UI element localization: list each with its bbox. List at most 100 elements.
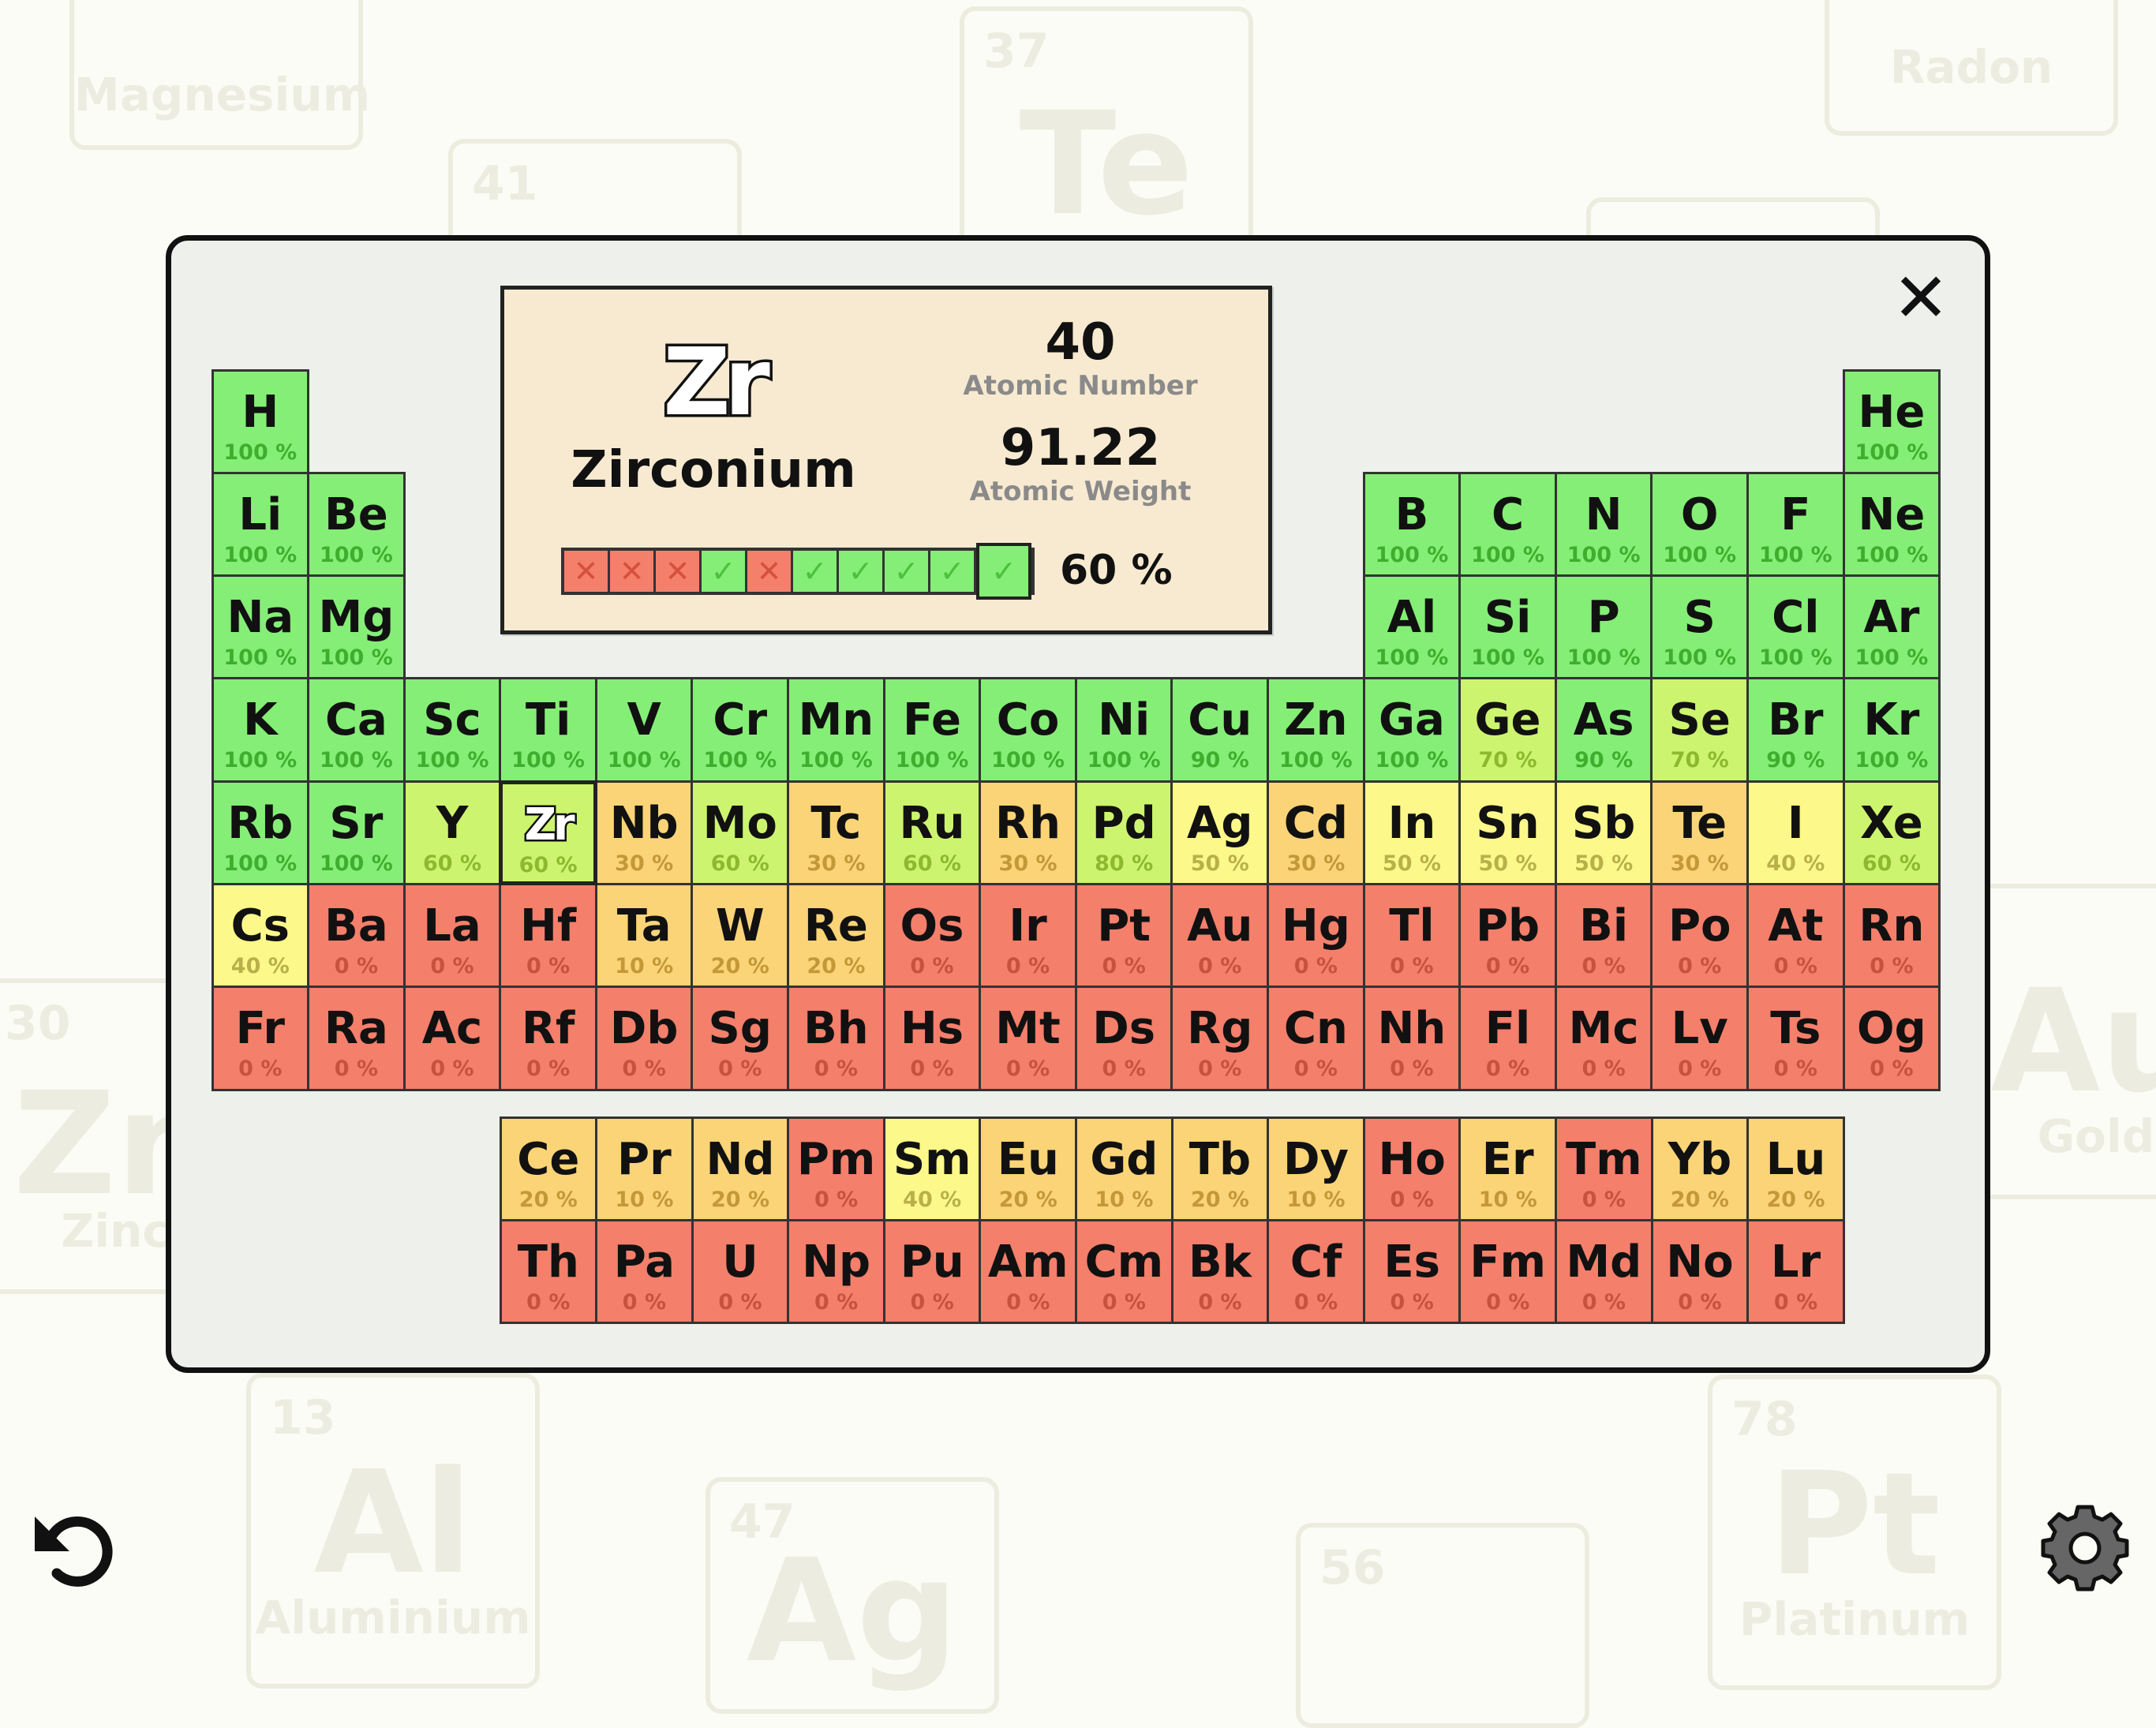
element-tile-pu[interactable]: Pu 0 % [882,1218,982,1325]
element-tile-k[interactable]: K 100 % [211,677,310,783]
element-tile-hs[interactable]: Hs 0 % [882,986,982,1091]
element-tile-mg[interactable]: Mg 100 % [307,574,406,680]
element-tile-c[interactable]: C 100 % [1458,471,1557,578]
element-tile-he[interactable]: He 100 % [1842,368,1941,474]
element-tile-u[interactable]: U0 % [691,1218,790,1325]
element-tile-rf[interactable]: Rf 0 % [499,986,597,1091]
element-tile-th[interactable]: Th 0 % [499,1218,598,1325]
element-tile-pa[interactable]: Pa 0 % [595,1218,694,1325]
element-tile-ta[interactable]: Ta 10 % [594,882,694,989]
element-tile-ru[interactable]: Ru 60 % [882,780,982,885]
element-tile-fm[interactable]: Fm 0 % [1458,1218,1558,1325]
element-tile-pt[interactable]: Pt 0 % [1074,882,1173,989]
element-tile-rh[interactable]: Rh 30 % [979,780,1077,885]
element-tile-pm[interactable]: Pm 0 % [787,1116,885,1221]
element-tile-ni[interactable]: Ni 100 % [1074,677,1173,783]
element-tile-pd[interactable]: Pd 80 % [1074,780,1173,885]
element-tile-h[interactable]: H 100 % [211,368,310,474]
element-tile-nb[interactable]: Nb 30 % [594,780,694,885]
element-tile-dy[interactable]: Dy 10 % [1267,1116,1365,1221]
element-tile-lu[interactable]: Lu 20 % [1746,1116,1845,1221]
element-tile-tc[interactable]: Tc 30 % [787,780,885,885]
element-tile-ho[interactable]: Ho 0 % [1362,1116,1462,1221]
element-tile-cl[interactable]: Cl 100 % [1746,574,1845,680]
element-tile-cf[interactable]: Cf 0 % [1267,1218,1365,1325]
element-tile-mo[interactable]: Mo 60 % [691,780,790,885]
element-tile-lr[interactable]: Lr 0 % [1746,1218,1845,1325]
undo-button[interactable] [28,1501,123,1595]
element-tile-rg[interactable]: Rg 0 % [1170,986,1270,1091]
element-tile-bk[interactable]: Bk 0 % [1170,1218,1270,1325]
element-tile-eu[interactable]: Eu 20 % [979,1116,1078,1221]
element-tile-si[interactable]: Si 100 % [1458,574,1557,680]
element-tile-cr[interactable]: Cr 100 % [691,677,790,783]
element-tile-sm[interactable]: Sm 40 % [882,1116,982,1221]
element-tile-fl[interactable]: Fl 0 % [1458,986,1557,1091]
element-tile-os[interactable]: Os 0 % [882,882,982,989]
element-tile-sc[interactable]: Sc 100 % [402,677,502,783]
element-tile-ds[interactable]: Ds 0 % [1074,986,1173,1091]
element-tile-sr[interactable]: Sr 100 % [307,780,406,885]
element-tile-s[interactable]: S 100 % [1650,574,1749,680]
element-tile-bi[interactable]: Bi 0 % [1554,882,1653,989]
element-tile-se[interactable]: Se 70 % [1650,677,1749,783]
element-tile-yb[interactable]: Yb 20 % [1650,1116,1750,1221]
element-tile-xe[interactable]: Xe 60 % [1842,780,1941,885]
element-tile-ir[interactable]: Ir 0 % [979,882,1077,989]
element-tile-b[interactable]: B 100 % [1362,471,1462,578]
element-tile-sg[interactable]: Sg 0 % [691,986,790,1091]
element-tile-db[interactable]: Db 0 % [594,986,694,1091]
element-tile-li[interactable]: Li 100 % [211,471,310,578]
element-tile-at[interactable]: At 0 % [1746,882,1845,989]
element-tile-bh[interactable]: Bh 0 % [787,986,885,1091]
element-tile-i[interactable]: I 40 % [1746,780,1845,885]
element-tile-sb[interactable]: Sb 50 % [1554,780,1653,885]
element-tile-ag[interactable]: Ag 50 % [1170,780,1270,885]
element-tile-kr[interactable]: Kr 100 % [1842,677,1941,783]
element-tile-cu[interactable]: Cu 90 % [1170,677,1270,783]
element-tile-mc[interactable]: Mc 0 % [1554,986,1653,1091]
element-tile-es[interactable]: Es 0 % [1362,1218,1462,1325]
element-tile-pr[interactable]: Pr 10 % [595,1116,694,1221]
element-tile-ca[interactable]: Ca 100 % [307,677,406,783]
element-tile-og[interactable]: Og 0 % [1842,986,1941,1091]
element-tile-mn[interactable]: Mn 100 % [787,677,885,783]
element-tile-cn[interactable]: Cn 0 % [1267,986,1365,1091]
element-tile-mt[interactable]: Mt 0 % [979,986,1077,1091]
element-tile-tm[interactable]: Tm 0 % [1555,1116,1653,1221]
element-tile-zn[interactable]: Zn 100 % [1267,677,1365,783]
element-tile-o[interactable]: O 100 % [1650,471,1749,578]
element-tile-ne[interactable]: Ne 100 % [1842,471,1941,578]
close-button[interactable]: ✕ [1889,264,1952,332]
element-tile-re[interactable]: Re 20 % [787,882,885,989]
element-tile-am[interactable]: Am 0 % [979,1218,1078,1325]
element-tile-pb[interactable]: Pb 0 % [1458,882,1557,989]
element-tile-rb[interactable]: Rb 100 % [211,780,310,885]
element-tile-na[interactable]: Na 100 % [211,574,310,680]
element-tile-w[interactable]: W 20 % [691,882,790,989]
element-tile-as[interactable]: As 90 % [1554,677,1653,783]
element-tile-rn[interactable]: Rn 0 % [1842,882,1941,989]
element-tile-er[interactable]: Er 10 % [1458,1116,1558,1221]
element-tile-ar[interactable]: Ar 100 % [1842,574,1941,680]
element-tile-nh[interactable]: Nh 0 % [1362,986,1462,1091]
element-tile-fe[interactable]: Fe 100 % [882,677,982,783]
element-tile-br[interactable]: Br 90 % [1746,677,1845,783]
settings-button[interactable] [2036,1499,2134,1597]
element-tile-co[interactable]: Co 100 % [979,677,1077,783]
element-tile-ra[interactable]: Ra 0 % [307,986,406,1091]
element-tile-po[interactable]: Po 0 % [1650,882,1749,989]
element-tile-hf[interactable]: Hf 0 % [499,882,597,989]
element-tile-au[interactable]: Au 0 % [1170,882,1270,989]
element-tile-in[interactable]: In 50 % [1362,780,1462,885]
element-tile-sn[interactable]: Sn 50 % [1458,780,1557,885]
element-tile-ac[interactable]: Ac 0 % [402,986,502,1091]
element-tile-al[interactable]: Al 100 % [1362,574,1462,680]
element-tile-ba[interactable]: Ba 0 % [307,882,406,989]
element-tile-y[interactable]: Y 60 % [402,780,502,885]
element-tile-ge[interactable]: Ge 70 % [1458,677,1557,783]
element-tile-cm[interactable]: Cm 0 % [1075,1218,1173,1325]
element-tile-p[interactable]: P 100 % [1554,574,1653,680]
element-tile-ce[interactable]: Ce 20 % [499,1116,598,1221]
element-tile-np[interactable]: Np 0 % [787,1218,885,1325]
